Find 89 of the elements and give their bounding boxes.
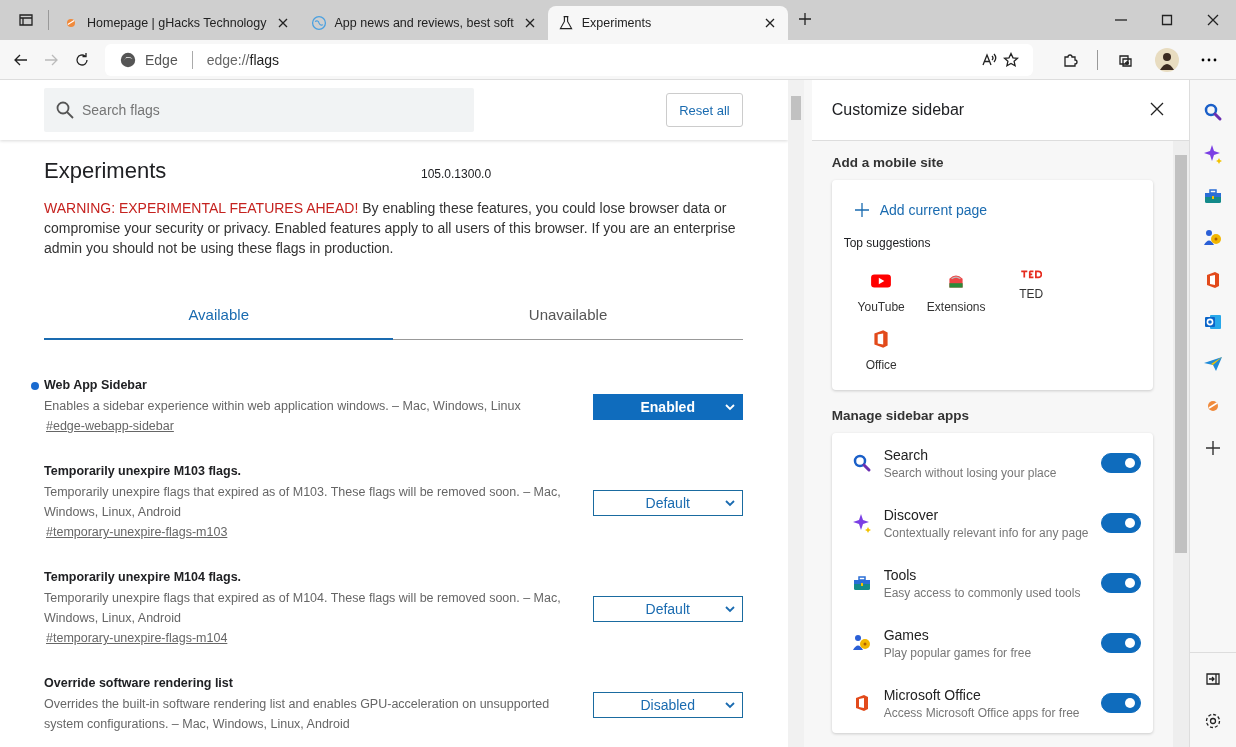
chevron-down-icon	[723, 604, 736, 614]
read-aloud-icon	[981, 51, 997, 68]
logo-icon	[1020, 270, 1043, 279]
toggle-switch[interactable]	[1101, 513, 1142, 533]
panel-title: Customize sidebar	[831, 101, 965, 119]
toggle-switch[interactable]	[1101, 453, 1142, 473]
suggestion-item[interactable]: Extensions	[918, 270, 994, 314]
app-name: Tools	[883, 566, 918, 583]
avatar-icon	[1155, 47, 1179, 72]
flag-dropdown[interactable]: Disabled	[592, 692, 743, 718]
search-icon	[56, 101, 74, 119]
toggle-switch[interactable]	[1101, 633, 1142, 653]
reset-all-button[interactable]: Reset all	[666, 93, 743, 127]
version-text: 105.0.1300.0	[421, 167, 492, 181]
app-name: Games	[883, 626, 930, 643]
app-description: Search without losing your place	[883, 465, 1058, 480]
game-controller-icon	[1203, 228, 1224, 248]
flag-name: Temporarily unexpire M103 flags.	[44, 464, 243, 478]
search-field[interactable]: Search flags	[44, 88, 474, 132]
suggestion-item[interactable]: TED	[993, 270, 1069, 314]
tab-title: Experiments	[581, 16, 653, 30]
flag-link[interactable]: #temporary-unexpire-flags-m104	[46, 631, 228, 645]
flag-dropdown[interactable]: Enabled	[592, 394, 743, 420]
scrollbar[interactable]	[787, 80, 804, 747]
favorite-star-icon	[1003, 51, 1019, 68]
toggle-switch[interactable]	[1101, 573, 1142, 593]
suggestions-heading: Top suggestions	[843, 236, 932, 250]
suggestion-item[interactable]: Office	[843, 328, 919, 372]
app-name: Discover	[883, 506, 940, 523]
tab-title: App news and reviews, best soft	[334, 16, 514, 30]
reload-icon	[73, 51, 90, 68]
chevron-down-icon	[723, 700, 736, 710]
tab-title: Homepage | gHacks Technology	[87, 16, 267, 30]
globe-icon	[310, 15, 327, 31]
window-icon	[18, 12, 34, 28]
flag-description: Enables a sidebar experience within web application windows. – Mac, Windows, Linux	[44, 398, 522, 415]
more-icon	[1201, 57, 1217, 62]
flag-description: Temporarily unexpire flags that expired as of M103. These flags will be removed soon. – Mac, Windows, Linux, Android	[44, 484, 562, 521]
app-description: Contextually relevant info for any page	[883, 525, 1090, 540]
mail-icon	[1203, 312, 1224, 332]
maximize-icon	[1159, 12, 1175, 28]
flag-name: Web App Sidebar	[44, 378, 148, 392]
app-description: Easy access to commonly used tools	[883, 585, 1082, 600]
panel-icon	[1205, 671, 1222, 687]
flag-description: Overrides the built-in software rendering list and enables GPU-acceleration on unsupported system configurations. – Mac, Windows, Linux, Android	[44, 696, 551, 733]
magnifier-icon	[851, 453, 872, 473]
section-heading: Add a mobile site	[831, 155, 945, 170]
flag-description: Temporarily unexpire flags that expired as of M104. These flags will be removed soon. – Mac, Windows, Linux, Android	[44, 590, 562, 627]
flags-tab[interactable]: Unavailable	[393, 290, 743, 340]
magnifier-icon	[1203, 102, 1224, 122]
chevron-down-icon	[723, 402, 736, 412]
flag-link[interactable]: #edge-webapp-sidebar	[46, 419, 174, 433]
suggestion-item[interactable]: YouTube	[843, 270, 919, 314]
browser-tab[interactable]: Experiments	[547, 6, 788, 40]
flag-link[interactable]: #temporary-unexpire-flags-m103	[46, 525, 228, 539]
flag-name: Override software rendering list	[44, 676, 234, 690]
sparkle-icon	[1203, 144, 1224, 164]
toggle-switch[interactable]	[1101, 693, 1142, 713]
flag-dropdown[interactable]: Default	[592, 490, 743, 516]
flag-name: Temporarily unexpire M104 flags.	[44, 570, 243, 584]
toolbox-icon	[851, 573, 872, 593]
browser-logo-icon	[119, 50, 137, 69]
app-description: Play popular games for free	[883, 645, 1033, 660]
puzzle-icon	[1062, 51, 1078, 68]
minimize-icon	[1115, 19, 1127, 21]
close-icon	[1149, 100, 1166, 117]
site-label: Edge	[145, 51, 178, 68]
toolbox-icon	[1203, 186, 1224, 206]
close-icon	[1205, 12, 1221, 28]
game-controller-icon	[851, 633, 872, 653]
settings-icon	[1204, 712, 1223, 730]
add-current-page-button[interactable]: Add current page	[853, 202, 988, 218]
plus-icon	[796, 11, 813, 27]
scrollbar[interactable]	[1173, 141, 1190, 747]
browser-tab[interactable]: App news and reviews, best soft	[300, 6, 548, 40]
section-heading: Manage sidebar apps	[831, 408, 970, 423]
flag-dropdown[interactable]: Default	[592, 596, 743, 622]
chevron-down-icon	[723, 498, 736, 508]
address-bar[interactable]: Edge edge://flags	[105, 43, 1033, 76]
app-name: Microsoft Office	[883, 686, 982, 703]
app-name: Search	[883, 446, 930, 463]
app-description: Access Microsoft Office apps for free	[883, 705, 1081, 720]
warning-text: WARNING: EXPERIMENTAL FEATURES AHEAD! By enabling these features, you could lose browser data or compromise your security or privacy. Enabled features apply to all users of this browser. If you are an enterprise admin you should not be using these flags in production.	[44, 199, 737, 258]
flask-icon	[557, 15, 574, 31]
browser-tab[interactable]: Homepage | gHacks Technology	[53, 6, 301, 40]
page-title: Experiments	[44, 158, 168, 184]
url-text: edge://flags	[206, 51, 280, 68]
flags-tab[interactable]: Available	[44, 290, 394, 340]
plus-icon	[853, 202, 870, 218]
